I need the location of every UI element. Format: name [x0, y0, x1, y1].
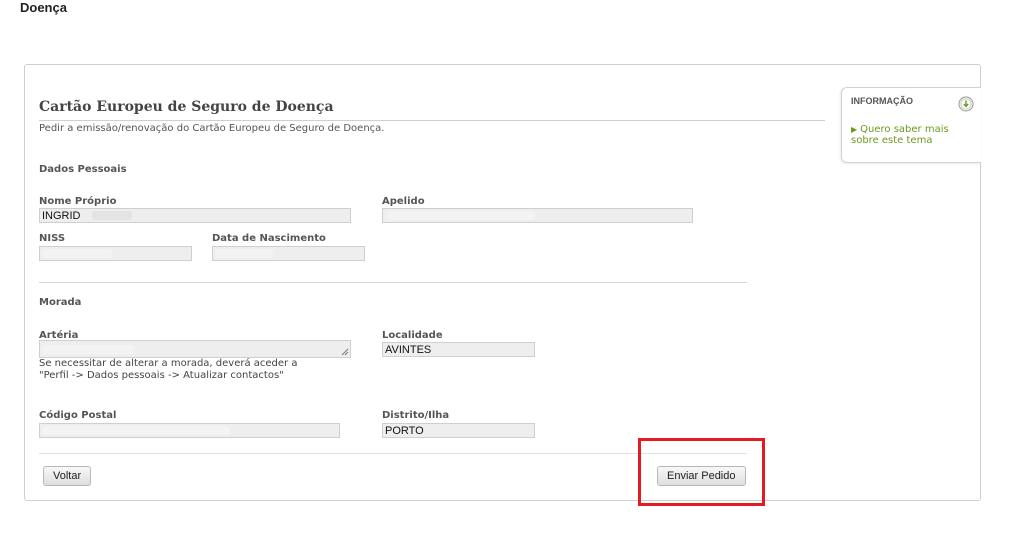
distrito-field[interactable]: PORTO: [382, 423, 535, 438]
redacted-blur: [215, 249, 273, 258]
info-more-link-text: Quero saber mais sobre este tema: [851, 124, 949, 146]
form-title: Cartão Europeu de Seguro de Doença: [39, 99, 334, 115]
form-subtitle: Pedir a emissão/renovação do Cartão Euro…: [39, 123, 385, 134]
section-morada: Morada: [39, 297, 82, 308]
resize-grip-icon[interactable]: [341, 348, 349, 356]
redacted-blur: [42, 249, 112, 258]
label-codigo-postal: Código Postal: [39, 410, 117, 421]
label-nome-proprio: Nome Próprio: [39, 196, 117, 207]
arteria-textarea[interactable]: [39, 340, 351, 358]
nome-proprio-field[interactable]: INGRID: [39, 208, 351, 223]
info-panel-title: INFORMAÇÃO: [851, 96, 913, 106]
info-panel: INFORMAÇÃO ▶ Quero saber mais sobre este …: [841, 87, 981, 163]
nome-proprio-value: INGRID: [42, 210, 81, 222]
distrito-value: PORTO: [385, 425, 424, 437]
label-niss: NISS: [39, 233, 66, 244]
redacted-blur: [42, 345, 134, 354]
title-divider: [39, 120, 825, 121]
page-title: Doença: [20, 0, 67, 15]
helper-line-2: "Perfil -> Dados pessoais -> Atualizar c…: [39, 370, 284, 381]
localidade-value: AVINTES: [385, 344, 432, 356]
niss-field[interactable]: [39, 246, 192, 261]
back-button[interactable]: Voltar: [43, 466, 92, 486]
data-nascimento-field[interactable]: [212, 246, 365, 261]
triangle-right-icon: ▶: [851, 125, 858, 134]
redacted-blur: [92, 211, 132, 220]
label-apelido: Apelido: [382, 196, 425, 207]
info-download-icon[interactable]: [958, 96, 974, 112]
label-localidade: Localidade: [382, 330, 443, 341]
highlight-annotation: [638, 438, 765, 506]
section-dados-pessoais: Dados Pessoais: [39, 164, 127, 175]
morada-helper-text: Se necessitar de alterar a morada, dever…: [39, 358, 297, 382]
label-distrito: Distrito/Ilha: [382, 410, 450, 421]
localidade-field[interactable]: AVINTES: [382, 342, 535, 357]
redacted-blur: [42, 426, 230, 435]
label-data-nascimento: Data de Nascimento: [212, 233, 326, 244]
info-more-link[interactable]: ▶ Quero saber mais sobre este tema: [851, 124, 979, 146]
helper-line-1: Se necessitar de alterar a morada, dever…: [39, 358, 298, 369]
section-divider: [39, 282, 747, 283]
redacted-blur: [387, 211, 535, 220]
codigo-postal-field[interactable]: [39, 423, 340, 438]
apelido-field[interactable]: [382, 208, 693, 223]
